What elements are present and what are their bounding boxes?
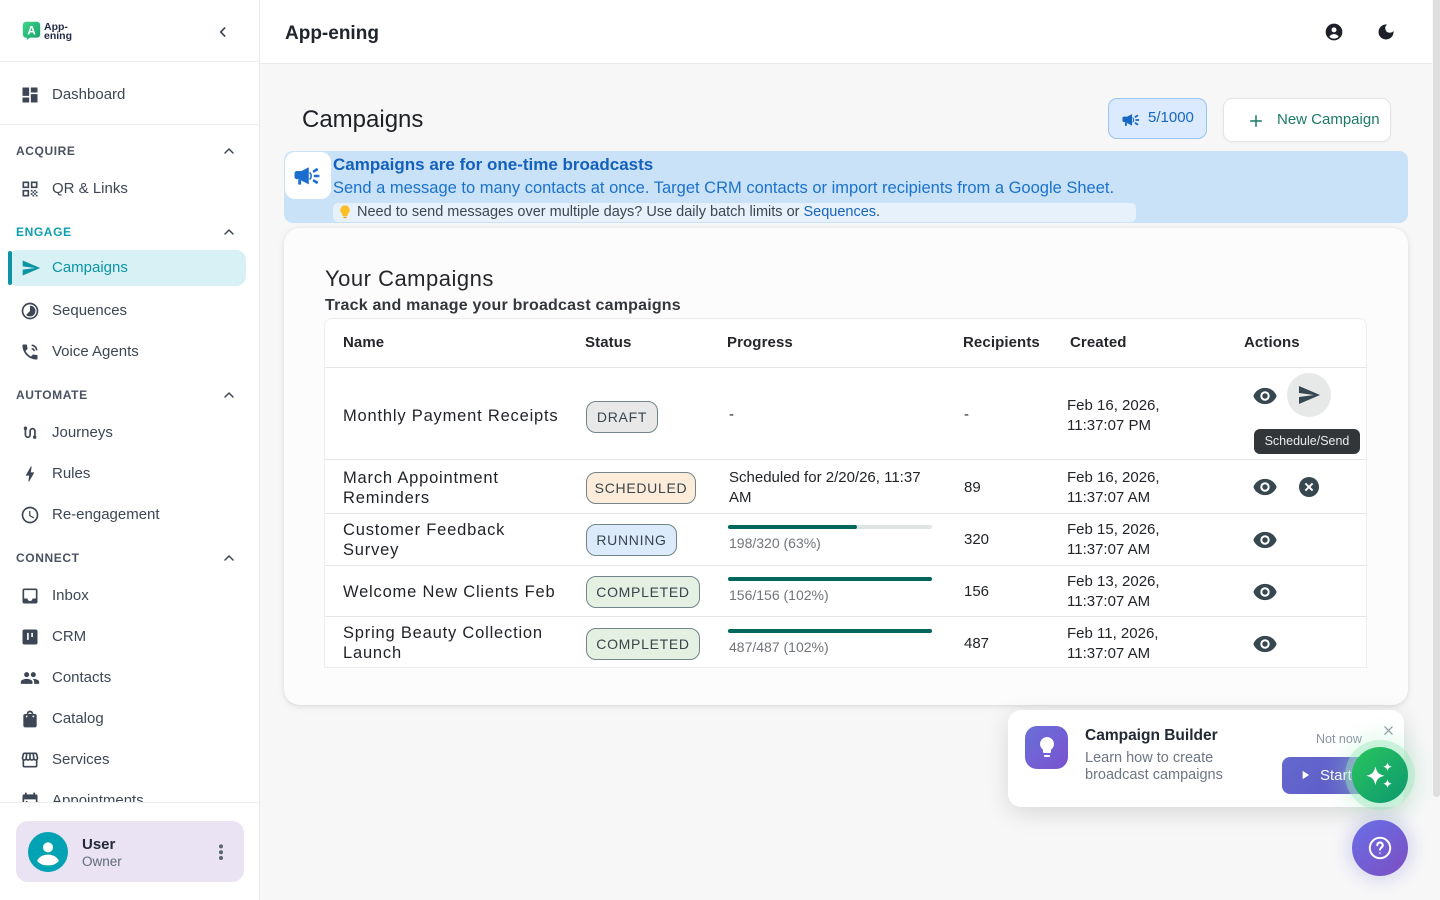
svg-text:A: A <box>27 23 36 37</box>
